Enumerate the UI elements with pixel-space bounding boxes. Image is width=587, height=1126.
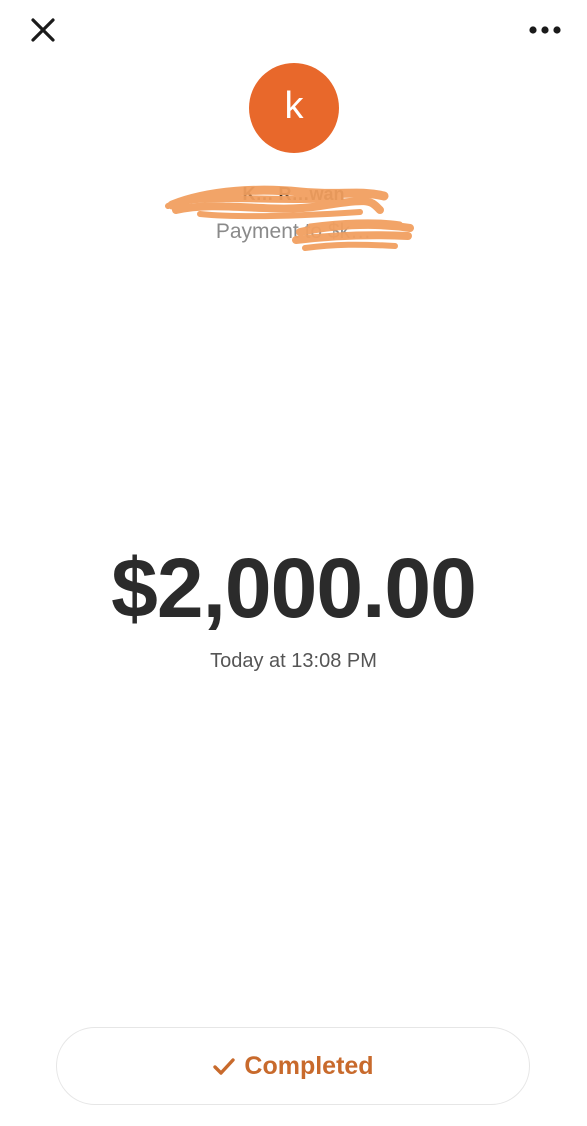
- status-content: Completed: [212, 1051, 374, 1081]
- check-icon: [213, 1058, 236, 1075]
- payment-to-row: Payment to $k…: [0, 219, 587, 245]
- close-button[interactable]: [27, 14, 59, 46]
- payment-to-text: Payment to $k…: [215, 220, 372, 243]
- recipient-name: K… R…wan: [242, 184, 345, 204]
- avatar-letter: k: [284, 85, 304, 127]
- payment-timestamp: Today at 13:08 PM: [210, 650, 377, 672]
- recipient-avatar[interactable]: k: [249, 63, 339, 153]
- recipient-name-row: K… R…wan: [0, 180, 587, 220]
- status-pill[interactable]: Completed: [56, 1027, 530, 1105]
- more-options-icon: [529, 26, 561, 34]
- payment-amount: $2,000.00: [111, 541, 477, 635]
- more-options-button[interactable]: [525, 14, 565, 46]
- timestamp-row: Today at 13:08 PM: [0, 648, 587, 674]
- close-icon: [31, 18, 55, 42]
- status-label: Completed: [244, 1051, 374, 1080]
- amount-row: $2,000.00: [0, 540, 587, 636]
